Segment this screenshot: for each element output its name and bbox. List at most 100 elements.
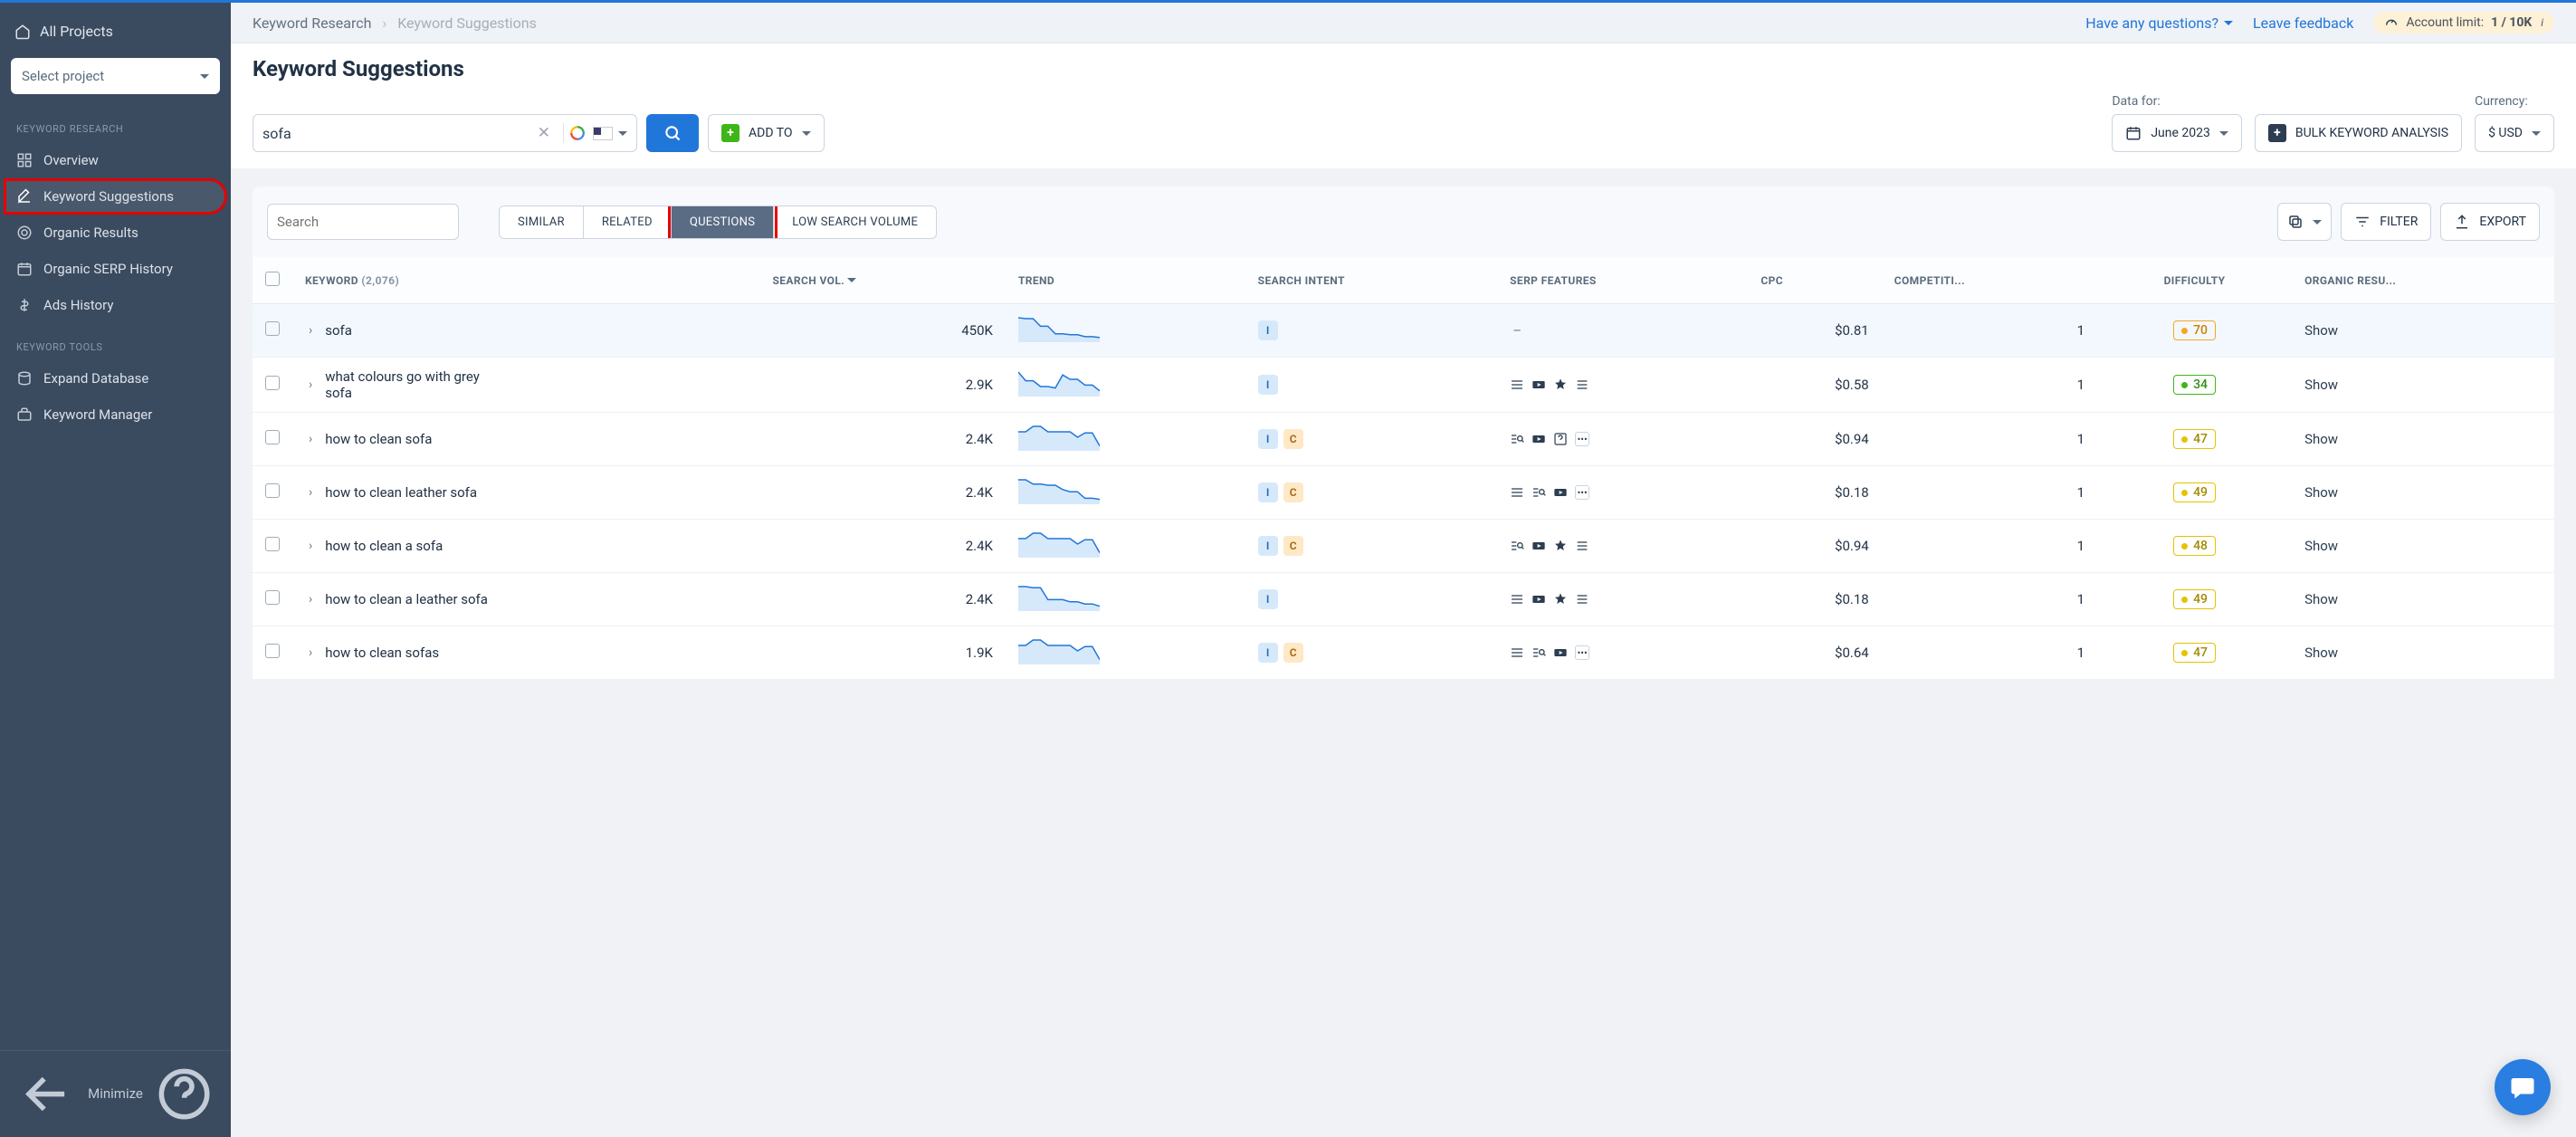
have-questions-link[interactable]: Have any questions? xyxy=(2085,14,2233,32)
search-button[interactable] xyxy=(646,114,699,152)
sidebar-item-overview[interactable]: Overview xyxy=(0,142,231,178)
table-search[interactable] xyxy=(267,204,459,240)
row-checkbox[interactable] xyxy=(265,376,280,390)
sidebar-item-ads-history[interactable]: Ads History xyxy=(0,287,231,323)
currency-select[interactable]: $ USD xyxy=(2475,114,2554,152)
chevron-down-icon xyxy=(200,74,209,83)
serp-cell[interactable]: ••• xyxy=(1510,645,1735,660)
tab-low-search-volume[interactable]: LOW SEARCH VOLUME xyxy=(774,206,936,238)
col-organic[interactable]: ORGANIC RESU... xyxy=(2292,257,2554,304)
select-all-checkbox[interactable] xyxy=(265,272,280,286)
export-button[interactable]: EXPORT xyxy=(2440,203,2540,241)
keyword-text[interactable]: how to clean a leather sofa xyxy=(325,591,488,607)
row-checkbox[interactable] xyxy=(265,483,280,498)
leave-feedback-link[interactable]: Leave feedback xyxy=(2253,14,2353,32)
col-volume[interactable]: SEARCH VOL. xyxy=(759,257,1005,304)
keyword-text[interactable]: how to clean sofa xyxy=(325,431,432,447)
chat-widget[interactable] xyxy=(2495,1059,2551,1115)
tab-related[interactable]: RELATED xyxy=(584,206,672,238)
google-icon[interactable] xyxy=(569,125,586,141)
show-link[interactable]: Show xyxy=(2304,322,2338,339)
sidebar-item-serp-history[interactable]: Organic SERP History xyxy=(0,251,231,287)
expand-row-icon[interactable]: › xyxy=(305,432,316,446)
sidebar-item-keyword-manager[interactable]: Keyword Manager xyxy=(0,397,231,433)
row-checkbox[interactable] xyxy=(265,537,280,551)
table-row: ›what colours go with grey sofa 2.9K I $… xyxy=(253,358,2554,413)
data-for-select[interactable]: June 2023 xyxy=(2112,114,2242,152)
volume-cell: 450K xyxy=(759,304,1005,358)
keyword-text[interactable]: how to clean a sofa xyxy=(325,538,443,554)
serp-cell[interactable]: – xyxy=(1510,323,1735,338)
expand-row-icon[interactable]: › xyxy=(305,592,316,607)
cpc-cell: $0.94 xyxy=(1748,413,1881,466)
project-select[interactable]: Select project xyxy=(11,58,220,94)
sidebar-item-organic-results[interactable]: Organic Results xyxy=(0,215,231,251)
gauge-icon xyxy=(2384,15,2399,30)
main: Keyword Research › Keyword Suggestions H… xyxy=(231,3,2576,1137)
sidebar-item-expand-database[interactable]: Expand Database xyxy=(0,360,231,397)
arrow-left-icon[interactable] xyxy=(16,1064,77,1124)
all-projects-link[interactable]: All Projects xyxy=(11,17,220,45)
show-link[interactable]: Show xyxy=(2304,431,2338,447)
show-link[interactable]: Show xyxy=(2304,645,2338,661)
serp-cell[interactable]: ••• xyxy=(1510,432,1735,446)
keyword-text[interactable]: how to clean leather sofa xyxy=(325,484,477,501)
expand-row-icon[interactable]: › xyxy=(305,645,316,660)
sidebar-item-keyword-suggestions[interactable]: Keyword Suggestions xyxy=(4,178,227,215)
intent-badge-i: I xyxy=(1258,536,1278,556)
account-limit-pill[interactable]: Account limit: 1 / 10K i xyxy=(2373,12,2554,33)
keyword-input[interactable] xyxy=(262,125,538,142)
volume-cell: 2.4K xyxy=(759,413,1005,466)
col-competition[interactable]: COMPETITI... xyxy=(1882,257,2097,304)
difficulty-pill: 34 xyxy=(2173,375,2216,395)
row-checkbox[interactable] xyxy=(265,644,280,658)
col-keyword[interactable]: KEYWORD (2,076) xyxy=(292,257,759,304)
competition-cell: 1 xyxy=(1882,573,2097,626)
minimize-label[interactable]: Minimize xyxy=(88,1085,143,1102)
col-cpc[interactable]: CPC xyxy=(1748,257,1881,304)
show-link[interactable]: Show xyxy=(2304,591,2338,607)
show-link[interactable]: Show xyxy=(2304,377,2338,393)
col-trend[interactable]: TREND xyxy=(1006,257,1245,304)
col-serp[interactable]: SERP FEATURES xyxy=(1497,257,1748,304)
table-search-input[interactable] xyxy=(277,214,457,230)
row-checkbox[interactable] xyxy=(265,321,280,336)
show-link[interactable]: Show xyxy=(2304,538,2338,554)
expand-row-icon[interactable]: › xyxy=(305,323,316,338)
filter-button[interactable]: FILTER xyxy=(2341,203,2431,241)
help-icon[interactable] xyxy=(154,1064,215,1124)
plus-badge-icon: + xyxy=(2268,124,2286,142)
intent-cell: IC xyxy=(1258,536,1484,556)
expand-row-icon[interactable]: › xyxy=(305,539,316,553)
copy-button[interactable] xyxy=(2277,203,2332,241)
add-to-button[interactable]: + ADD TO xyxy=(708,114,825,152)
show-link[interactable]: Show xyxy=(2304,484,2338,501)
tab-questions[interactable]: QUESTIONS xyxy=(672,206,774,238)
data-for-label: Data for: xyxy=(2112,94,2242,109)
expand-row-icon[interactable]: › xyxy=(305,485,316,500)
copy-icon xyxy=(2287,214,2304,230)
intent-cell: IC xyxy=(1258,483,1484,502)
chevron-down-icon[interactable] xyxy=(618,131,627,140)
competition-cell: 1 xyxy=(1882,304,2097,358)
us-flag-icon[interactable] xyxy=(593,127,613,140)
keyword-text[interactable]: what colours go with grey sofa xyxy=(325,368,488,401)
serp-cell[interactable] xyxy=(1510,377,1735,392)
serp-cell[interactable]: ••• xyxy=(1510,485,1735,500)
serp-cell[interactable] xyxy=(1510,592,1735,607)
expand-row-icon[interactable]: › xyxy=(305,377,316,392)
clear-input-icon[interactable]: ✕ xyxy=(538,124,550,142)
row-checkbox[interactable] xyxy=(265,590,280,605)
tab-similar[interactable]: SIMILAR xyxy=(500,206,584,238)
intent-cell: I xyxy=(1258,589,1484,609)
breadcrumb-root[interactable]: Keyword Research xyxy=(253,14,371,32)
col-difficulty[interactable]: DIFFICULTY xyxy=(2097,257,2292,304)
serp-cell[interactable] xyxy=(1510,539,1735,553)
keyword-text[interactable]: sofa xyxy=(325,322,352,339)
keyword-text[interactable]: how to clean sofas xyxy=(325,645,439,661)
row-checkbox[interactable] xyxy=(265,430,280,444)
keyword-input-group: ✕ xyxy=(253,114,637,152)
intent-cell: I xyxy=(1258,375,1484,395)
bulk-analysis-button[interactable]: + BULK KEYWORD ANALYSIS xyxy=(2255,114,2462,152)
col-intent[interactable]: SEARCH INTENT xyxy=(1245,257,1497,304)
